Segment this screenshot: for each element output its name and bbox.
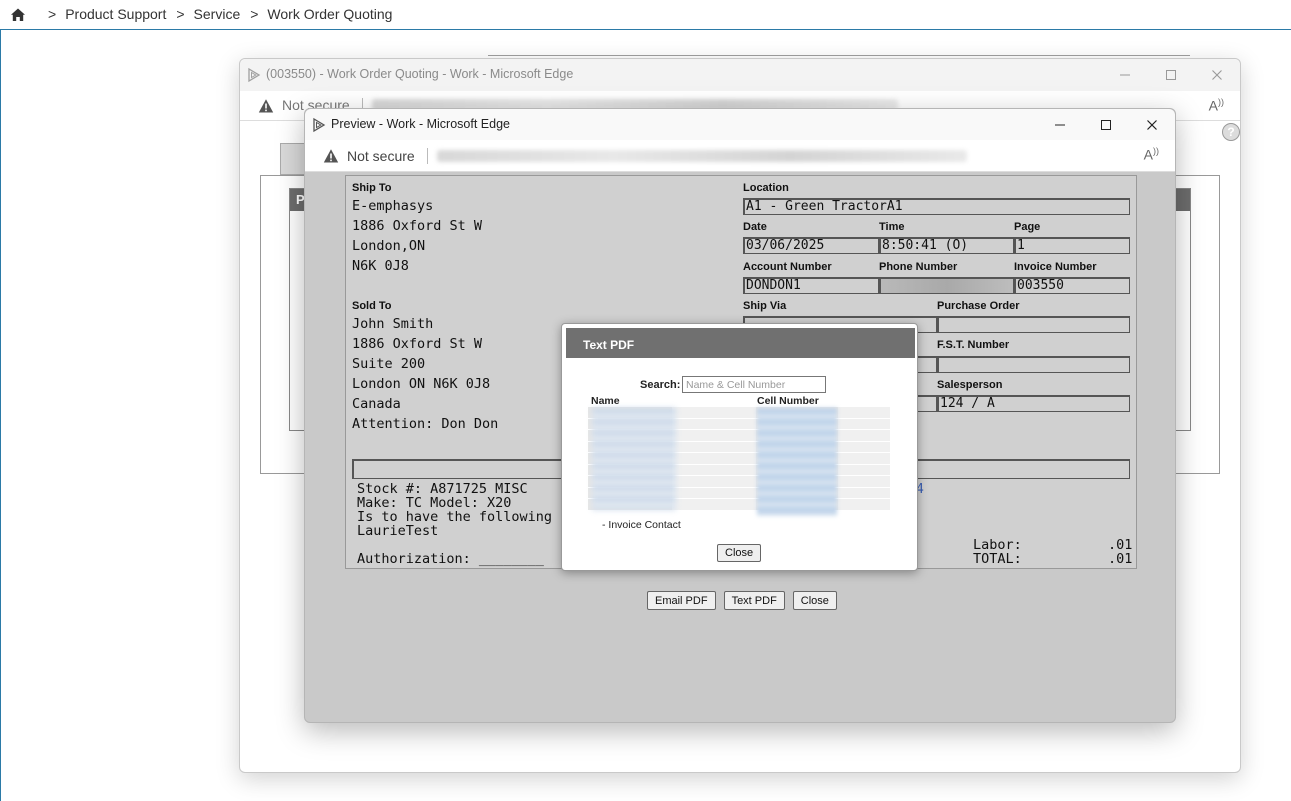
sold-to-label: Sold To — [352, 300, 392, 312]
authorization-line: Authorization: ________ — [357, 551, 544, 567]
breadcrumb-separator: > — [176, 6, 185, 22]
labor-label: Labor: — [973, 537, 1022, 553]
security-indicator[interactable]: Not secure — [347, 148, 415, 164]
read-aloud-icon[interactable]: A)) — [1209, 97, 1224, 114]
text-pdf-button[interactable]: Text PDF — [723, 591, 785, 610]
warning-icon — [323, 149, 339, 163]
cell-number-column-header: Cell Number — [757, 395, 819, 407]
body-line: Is to have the following — [357, 509, 553, 525]
minimize-button[interactable] — [1102, 59, 1148, 91]
time-label: Time — [879, 221, 905, 233]
ship-to-line: 1886 Oxford St W — [352, 218, 483, 234]
breadcrumb-service[interactable]: Service — [194, 6, 241, 22]
page-field: 1 — [1014, 237, 1130, 254]
dialog-close-button[interactable]: Close — [717, 544, 762, 562]
preview-window-title: Preview - Work - Microsoft Edge — [331, 117, 510, 131]
sold-to-line: 1886 Oxford St W — [352, 336, 483, 352]
email-pdf-button[interactable]: Email PDF — [647, 591, 716, 610]
address-url-redacted[interactable] — [437, 150, 967, 162]
edge-app-icon — [248, 67, 261, 83]
preview-window-controls — [1037, 109, 1175, 141]
read-aloud-icon[interactable]: A)) — [1144, 146, 1159, 163]
minimize-button[interactable] — [1037, 109, 1083, 141]
name-column-header: Name — [591, 395, 620, 407]
date-label: Date — [743, 221, 767, 233]
body-line: Make: TC Model: X20 — [357, 495, 512, 511]
close-preview-button[interactable]: Close — [792, 591, 837, 610]
close-window-button[interactable] — [1194, 59, 1240, 91]
search-label: Search: — [640, 379, 681, 391]
phone-number-field-redacted — [879, 277, 1014, 294]
background-line — [488, 55, 1190, 56]
fst-number-field — [937, 356, 1130, 373]
outer-title-bar[interactable]: (003550) - Work Order Quoting - Work - M… — [240, 59, 1240, 91]
location-field: A1 - Green TractorA1 — [743, 198, 1130, 215]
body-line: LaurieTest — [357, 523, 439, 539]
ship-to-line: London,ON — [352, 238, 426, 254]
breadcrumb-separator: > — [250, 6, 259, 22]
sold-to-line: John Smith — [352, 316, 434, 332]
close-window-button[interactable] — [1129, 109, 1175, 141]
maximize-button[interactable] — [1148, 59, 1194, 91]
invoice-number-field: 003550 — [1014, 277, 1130, 294]
left-border — [0, 30, 1, 801]
ship-to-line: E-emphasys — [352, 198, 434, 214]
date-field: 03/06/2025 — [743, 237, 879, 254]
maximize-icon — [1101, 120, 1111, 130]
preview-address-bar[interactable]: Not secure A)) — [305, 140, 1175, 172]
phone-number-label: Phone Number — [879, 261, 958, 273]
ship-to-line: N6K 0J8 — [352, 258, 409, 274]
sold-to-line: London ON N6K 0J8 — [352, 376, 491, 392]
ship-via-label: Ship Via — [743, 300, 787, 312]
ship-to-label: Ship To — [352, 182, 392, 194]
invoice-number-label: Invoice Number — [1014, 261, 1097, 273]
location-label: Location — [743, 182, 789, 194]
text-pdf-dialog: Text PDF Search: Name Cell Number - Invo… — [561, 323, 918, 571]
close-icon — [1212, 70, 1222, 80]
total-value: .01 — [1108, 551, 1133, 567]
sold-to-line: Suite 200 — [352, 356, 426, 372]
minimize-icon — [1055, 124, 1065, 126]
maximize-icon — [1166, 70, 1176, 80]
breadcrumb-product-support[interactable]: Product Support — [65, 6, 166, 22]
account-number-field: DONDON1 — [743, 277, 879, 294]
home-icon[interactable] — [10, 7, 26, 23]
outer-window-controls — [1102, 59, 1240, 91]
outer-window-title: (003550) - Work Order Quoting - Work - M… — [266, 67, 574, 81]
edge-app-icon — [313, 117, 326, 133]
breadcrumb: > Product Support > Service > Work Order… — [48, 6, 402, 22]
close-icon — [1147, 120, 1157, 130]
sold-to-line: Attention: Don Don — [352, 416, 499, 432]
purchase-order-field — [937, 316, 1130, 333]
dialog-title: Text PDF — [566, 328, 915, 358]
breadcrumb-work-order-quoting[interactable]: Work Order Quoting — [267, 6, 392, 22]
contact-cells-redacted — [757, 408, 837, 516]
salesperson-label: Salesperson — [937, 379, 1003, 391]
preview-title-bar[interactable]: Preview - Work - Microsoft Edge — [305, 109, 1175, 140]
purchase-order-label: Purchase Order — [937, 300, 1020, 312]
salesperson-field: 124 / A — [937, 395, 1130, 412]
warning-icon — [258, 99, 274, 113]
time-field: 8:50:41 (O) — [879, 237, 1014, 254]
search-input[interactable] — [682, 376, 826, 393]
contact-names-redacted — [592, 408, 676, 510]
help-icon[interactable]: ? — [1222, 123, 1240, 141]
minimize-icon — [1120, 74, 1130, 76]
account-number-label: Account Number — [743, 261, 832, 273]
breadcrumb-separator: > — [48, 6, 57, 22]
body-line: Stock #: A871725 MISC — [357, 481, 528, 497]
invoice-contact-legend: - Invoice Contact — [602, 519, 681, 531]
document-actions: Email PDF Text PDF Close — [647, 591, 837, 610]
total-label: TOTAL: — [973, 551, 1022, 567]
maximize-button[interactable] — [1083, 109, 1129, 141]
fst-number-label: F.S.T. Number — [937, 339, 1010, 351]
sold-to-line: Canada — [352, 396, 401, 412]
page-label: Page — [1014, 221, 1041, 233]
top-bar: > Product Support > Service > Work Order… — [0, 0, 1291, 30]
address-divider — [427, 148, 428, 164]
labor-value: .01 — [1108, 537, 1133, 553]
